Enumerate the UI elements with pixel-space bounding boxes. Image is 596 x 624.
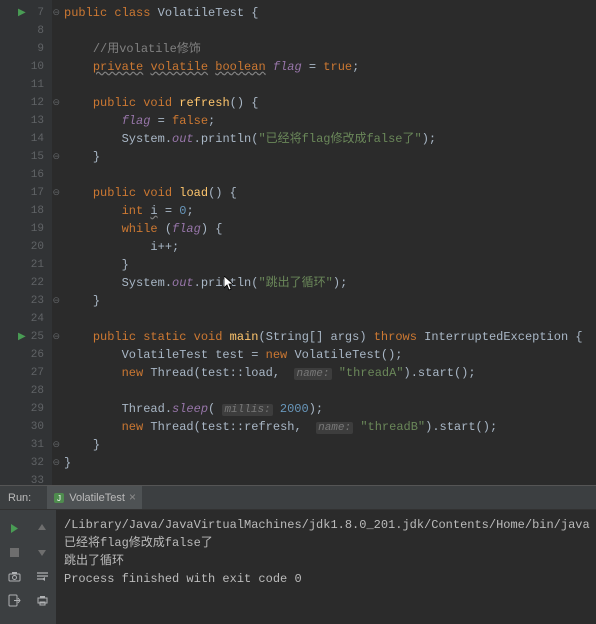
console-line: /Library/Java/JavaVirtualMachines/jdk1.8…	[64, 516, 596, 534]
line-number: 19	[31, 223, 44, 235]
run-tab-title: VolatileTest	[69, 492, 125, 504]
soft-wrap-icon[interactable]	[28, 564, 56, 588]
line-number: 10	[31, 61, 44, 73]
run-header: Run: J VolatileTest ×	[0, 486, 596, 510]
run-label: Run:	[8, 492, 31, 504]
svg-text:J: J	[57, 494, 61, 503]
run-config-icon: J	[53, 492, 65, 504]
line-number: 9	[37, 43, 44, 55]
up-button[interactable]	[28, 516, 56, 540]
line-number: 13	[31, 115, 44, 127]
line-number: 8	[37, 25, 44, 37]
line-number: 11	[31, 79, 44, 91]
line-number: 29	[31, 403, 44, 415]
line-number: 25	[31, 331, 44, 343]
line-number: 15	[31, 151, 44, 163]
exit-icon[interactable]	[0, 588, 28, 612]
console-line: 跳出了循环	[64, 552, 596, 570]
down-button[interactable]	[28, 540, 56, 564]
run-tab[interactable]: J VolatileTest ×	[47, 486, 142, 509]
line-number: 27	[31, 367, 44, 379]
line-number: 20	[31, 241, 44, 253]
line-number: 14	[31, 133, 44, 145]
print-icon[interactable]	[28, 588, 56, 612]
run-gutter-icon[interactable]: ▶	[18, 331, 26, 343]
line-number: 24	[31, 313, 44, 325]
rerun-button[interactable]	[0, 516, 28, 540]
line-number: 33	[31, 475, 44, 485]
line-number: 23	[31, 295, 44, 307]
console-output[interactable]: /Library/Java/JavaVirtualMachines/jdk1.8…	[56, 510, 596, 624]
console-line: 已经将flag修改成false了	[64, 534, 596, 552]
line-number: 21	[31, 259, 44, 271]
line-number: 26	[31, 349, 44, 361]
run-tool-window: Run: J VolatileTest ×	[0, 485, 596, 623]
camera-icon[interactable]	[0, 564, 28, 588]
line-number: 22	[31, 277, 44, 289]
run-gutter-icon[interactable]: ▶	[18, 7, 26, 19]
line-number: 32	[31, 457, 44, 469]
line-number: 17	[31, 187, 44, 199]
code-editor[interactable]: public class VolatileTest { //用volatile修…	[52, 0, 596, 485]
line-number: 30	[31, 421, 44, 433]
editor-panel: ▶7⊖ 8 9 10 11 12⊖ 13 14 15⊖ 16 17⊖ 18 19…	[0, 0, 596, 485]
line-number: 18	[31, 205, 44, 217]
close-icon[interactable]: ×	[129, 491, 136, 505]
run-toolbar	[0, 510, 56, 624]
gutter: ▶7⊖ 8 9 10 11 12⊖ 13 14 15⊖ 16 17⊖ 18 19…	[0, 0, 52, 485]
stop-button[interactable]	[0, 540, 28, 564]
line-number: 16	[31, 169, 44, 181]
line-number: 31	[31, 439, 44, 451]
line-number: 28	[31, 385, 44, 397]
console-line: Process finished with exit code 0	[64, 570, 596, 588]
line-number: 7	[37, 7, 44, 19]
line-number: 12	[31, 97, 44, 109]
